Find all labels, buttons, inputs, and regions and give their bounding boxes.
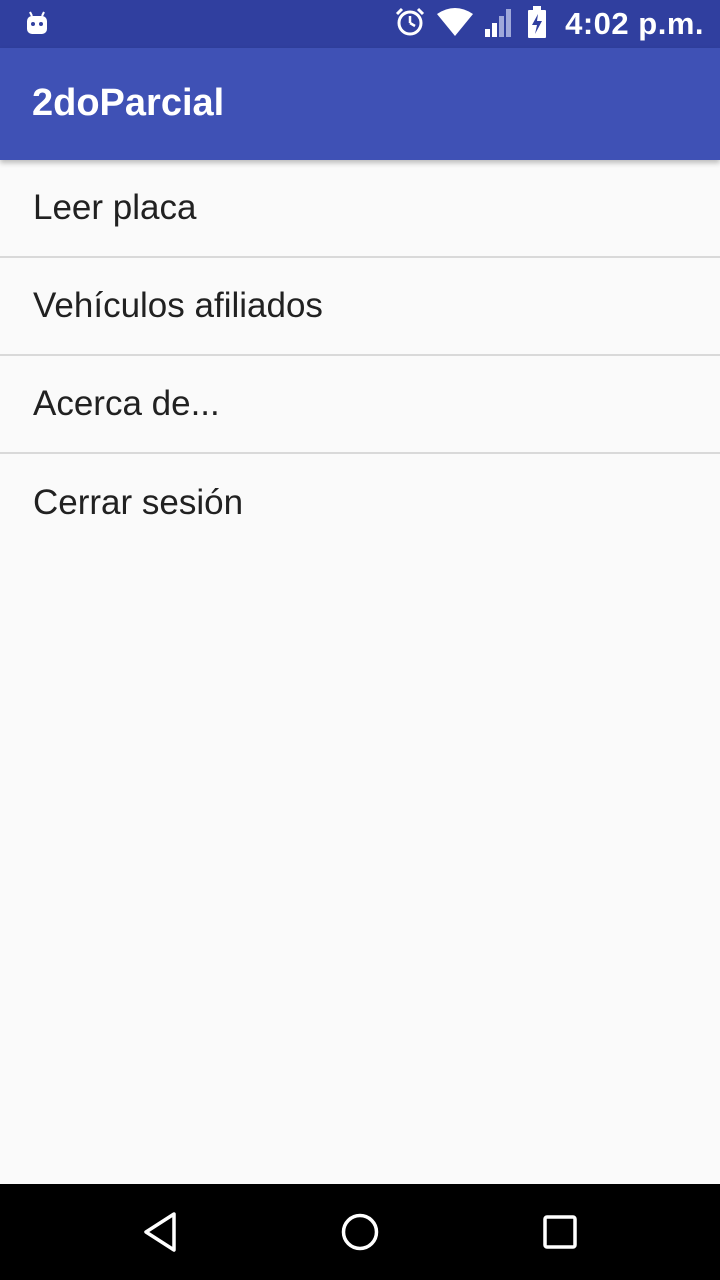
battery-charging-icon (527, 5, 547, 43)
status-icons: 4:02 p.m. (395, 0, 704, 48)
signal-icon (485, 7, 515, 42)
android-debug-icon (24, 10, 50, 36)
status-bar: 4:02 p.m. (0, 0, 720, 48)
app-bar: 2doParcial (0, 48, 720, 160)
app-title: 2doParcial (32, 82, 225, 124)
menu-item-leer-placa[interactable]: Leer placa (0, 160, 720, 258)
recents-icon[interactable] (532, 1204, 588, 1260)
navigation-bar (0, 1184, 720, 1280)
home-icon[interactable] (332, 1204, 388, 1260)
menu-item-vehiculos-afiliados[interactable]: Vehículos afiliados (0, 258, 720, 356)
alarm-icon (395, 7, 425, 42)
status-time: 4:02 p.m. (565, 6, 704, 41)
back-icon[interactable] (132, 1204, 188, 1260)
menu-list: Leer placa Vehículos afiliados Acerca de… (0, 160, 720, 552)
menu-item-acerca-de[interactable]: Acerca de... (0, 356, 720, 454)
menu-item-cerrar-sesion[interactable]: Cerrar sesión (0, 454, 720, 552)
wifi-icon (437, 7, 474, 41)
